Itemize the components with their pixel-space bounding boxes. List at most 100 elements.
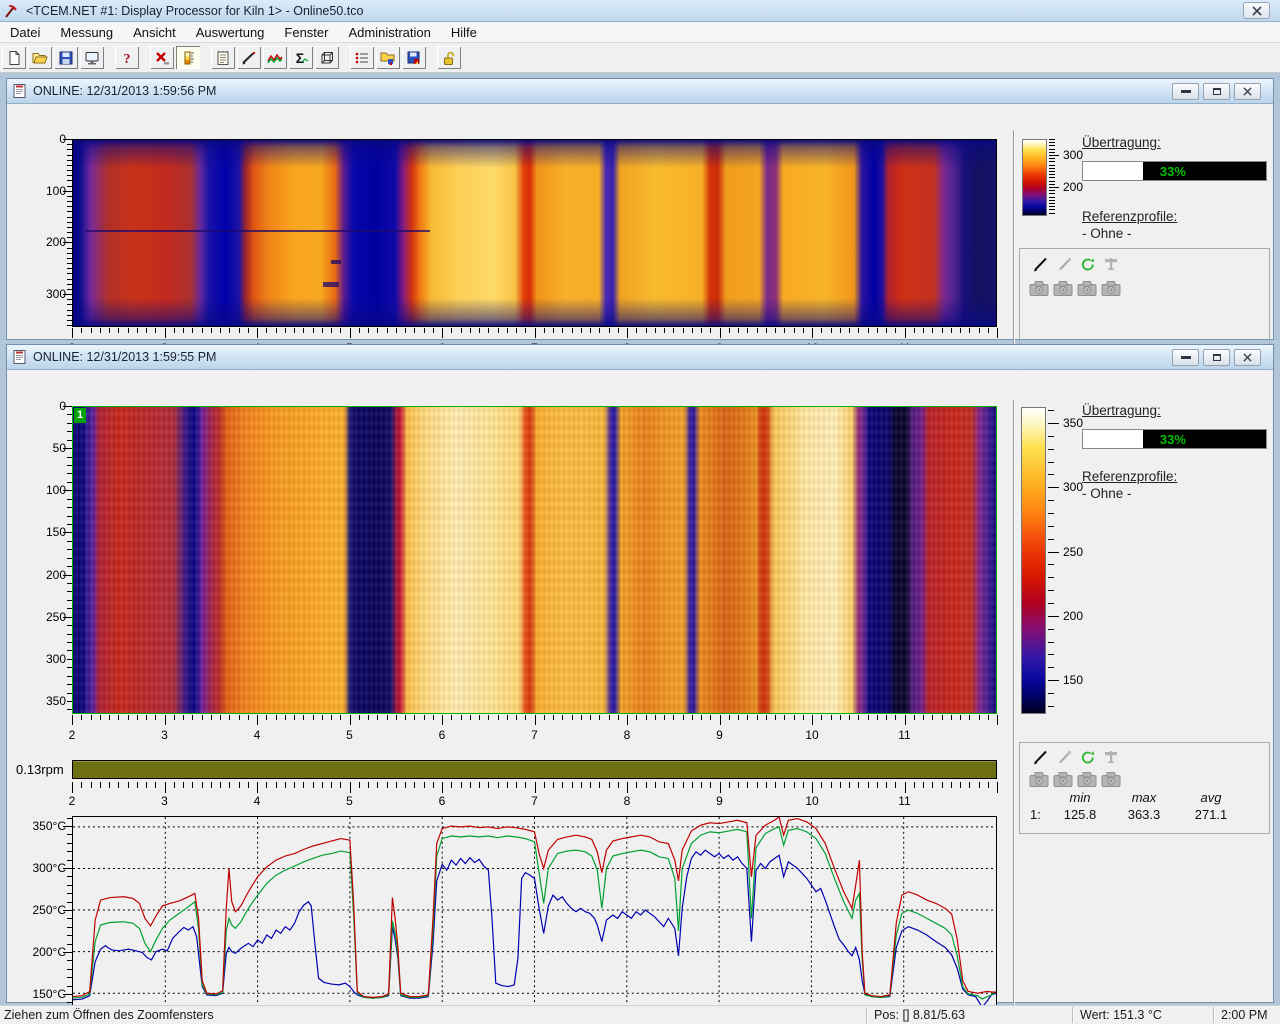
tick (942, 782, 943, 788)
tick (479, 328, 480, 333)
load-profile-button[interactable] (376, 46, 400, 69)
tick (572, 715, 573, 720)
help-button[interactable]: ? (115, 46, 139, 69)
sum-button[interactable]: Σ (289, 46, 313, 69)
open-button[interactable] (28, 46, 52, 69)
tick (67, 676, 72, 677)
snapshot-button-4[interactable] (1101, 279, 1121, 297)
kiln-thermal-image-waterfall-view[interactable]: 1 (72, 406, 997, 714)
w1-progress-fill (1083, 162, 1143, 180)
tick (544, 715, 545, 720)
tick (81, 715, 82, 720)
tick (285, 782, 286, 788)
curves-button[interactable] (263, 46, 287, 69)
tick (461, 715, 462, 720)
restore-button[interactable] (1203, 349, 1230, 366)
snapshot-button-4[interactable] (1101, 770, 1121, 788)
close-button[interactable] (1234, 83, 1261, 100)
tick (67, 516, 72, 517)
minimize-button[interactable] (1172, 83, 1199, 100)
tick (590, 782, 591, 788)
report-button[interactable] (211, 46, 235, 69)
pen-tool-button[interactable] (1055, 748, 1075, 766)
snapshot-button-1[interactable] (1029, 770, 1049, 788)
tick (932, 328, 933, 333)
measurement-list-button[interactable] (350, 46, 374, 69)
tick-label: 0 (30, 399, 66, 413)
temperature-profile-chart[interactable] (72, 816, 997, 1013)
tick (905, 782, 906, 793)
tick (988, 715, 989, 720)
display-button[interactable] (80, 46, 104, 69)
tick (350, 715, 351, 725)
close-button[interactable] (1243, 2, 1270, 19)
color-scale-button[interactable] (176, 46, 200, 69)
status-message: Ziehen zum Öffnen des Zoomfensters (4, 1008, 214, 1022)
tick (359, 715, 360, 720)
online-window-2-titlebar[interactable]: ONLINE: 12/31/2013 1:59:55 PM (7, 345, 1273, 370)
save-button[interactable] (54, 46, 78, 69)
menu-hilfe[interactable]: Hilfe (441, 23, 487, 42)
tick (683, 328, 684, 333)
tick-label: 300 (30, 287, 66, 301)
tick (67, 608, 72, 609)
snapshot-button-3[interactable] (1077, 279, 1097, 297)
status-separator (1072, 1007, 1074, 1023)
tick (331, 328, 332, 333)
title-bar[interactable]: <TCEM.NET #1: Display Processor for Kiln… (0, 0, 1280, 22)
tick-label: 11 (898, 728, 910, 742)
tick (368, 782, 369, 788)
marker-tool-button[interactable] (1101, 255, 1121, 273)
tick (322, 328, 323, 333)
draw-tool-button[interactable] (1031, 748, 1051, 766)
delete-measurement-button[interactable] (150, 46, 174, 69)
tick (155, 328, 156, 333)
snapshot-button-3[interactable] (1077, 770, 1097, 788)
pen-tool-button[interactable] (1055, 255, 1075, 273)
lock-button[interactable] (437, 46, 461, 69)
tick (969, 715, 970, 720)
tick (877, 715, 878, 720)
kiln-thermal-image-profile-view[interactable] (72, 139, 997, 327)
tick (895, 715, 896, 720)
snapshot-button-2[interactable] (1053, 770, 1073, 788)
marker-tool-button[interactable] (1101, 748, 1121, 766)
refresh-tool-button[interactable] (1078, 748, 1098, 766)
online-window-1-titlebar[interactable]: ONLINE: 12/31/2013 1:59:56 PM (7, 79, 1273, 104)
tick (1048, 654, 1054, 655)
w2-color-scale (1021, 407, 1046, 714)
mdi-area: ONLINE: 12/31/2013 1:59:56 PM 0100200300… (0, 73, 1280, 1005)
menu-ansicht[interactable]: Ansicht (123, 23, 186, 42)
menu-datei[interactable]: Datei (0, 23, 50, 42)
menu-messung[interactable]: Messung (50, 23, 123, 42)
refresh-tool-button[interactable] (1078, 255, 1098, 273)
close-button[interactable] (1234, 349, 1261, 366)
menu-fenster[interactable]: Fenster (274, 23, 338, 42)
tick (701, 715, 702, 720)
tick (673, 715, 674, 720)
tick (905, 715, 906, 725)
tick (118, 782, 119, 788)
minimize-button[interactable] (1172, 349, 1199, 366)
restore-button[interactable] (1203, 83, 1230, 100)
snapshot-button-1[interactable] (1029, 279, 1049, 297)
tick (905, 328, 906, 338)
tick (81, 782, 82, 788)
tick (673, 328, 674, 333)
tick (525, 328, 526, 333)
snapshot-button-2[interactable] (1053, 279, 1073, 297)
save-profile-button[interactable] (402, 46, 426, 69)
tick (646, 782, 647, 788)
new-button[interactable] (2, 46, 26, 69)
tick (67, 659, 72, 660)
menu-administration[interactable]: Administration (338, 23, 440, 42)
draw-profile-button[interactable] (237, 46, 261, 69)
tick (858, 328, 859, 333)
draw-tool-button[interactable] (1031, 255, 1051, 273)
menu-auswertung[interactable]: Auswertung (186, 23, 275, 42)
3d-view-button[interactable] (315, 46, 339, 69)
tick (368, 328, 369, 333)
tick (655, 328, 656, 333)
tick (988, 328, 989, 333)
tick (202, 328, 203, 333)
